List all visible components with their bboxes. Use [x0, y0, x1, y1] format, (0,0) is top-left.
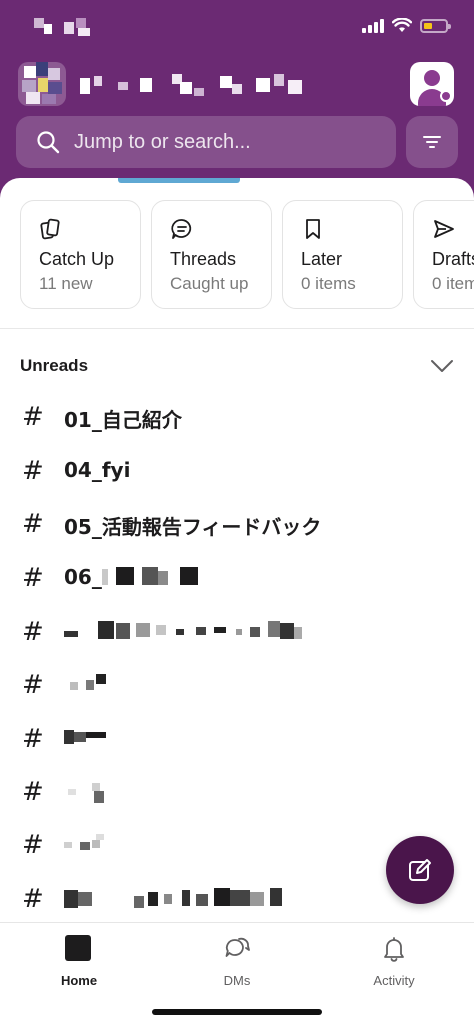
threads-icon	[171, 219, 192, 239]
tab-label: Activity	[373, 973, 415, 988]
profile-avatar-button[interactable]	[410, 62, 454, 106]
quick-cards: Catch Up 11 new Threads Caught up Later …	[20, 200, 474, 310]
status-icons	[362, 18, 451, 33]
channel-name-redacted	[64, 781, 124, 803]
tab-activity[interactable]: Activity	[334, 931, 454, 991]
channel-name: 04_fyi	[64, 458, 131, 482]
section-title: Unreads	[20, 356, 89, 375]
channel-row[interactable]: #	[22, 613, 452, 653]
send-icon	[434, 220, 454, 238]
channel-row[interactable]: # 06_	[22, 559, 452, 599]
tab-label: DMs	[223, 973, 251, 988]
hash-icon: #	[22, 509, 44, 539]
tab-home[interactable]: Home	[19, 931, 139, 991]
channel-name: 06_	[64, 565, 102, 589]
home-sheet: Catch Up 11 new Threads Caught up Later …	[0, 178, 474, 924]
compose-icon	[409, 859, 431, 881]
catch-up-card[interactable]: Catch Up 11 new	[20, 200, 141, 309]
drafts-card[interactable]: Drafts 0 items	[413, 200, 474, 309]
cellular-signal-icon	[362, 18, 384, 33]
bookmark-icon	[306, 219, 320, 239]
channel-row[interactable]: # 05_活動報告フィードバック	[22, 505, 452, 545]
channel-name: 05_活動報告フィードバック	[64, 515, 322, 539]
search-icon	[37, 131, 60, 154]
channel-name-redacted	[102, 567, 202, 589]
channel-name-redacted	[64, 728, 124, 750]
card-title: Threads	[170, 249, 237, 269]
hash-icon: #	[22, 617, 44, 647]
card-subtitle: 0 items	[301, 274, 356, 293]
filter-icon	[423, 136, 441, 148]
channel-row[interactable]: # 01_自己紹介	[22, 398, 452, 438]
channel-row[interactable]: #	[22, 720, 452, 760]
compose-button[interactable]	[386, 836, 454, 904]
sheet-accent-bar	[118, 178, 240, 183]
channel-row[interactable]: # 04_fyi	[22, 452, 452, 492]
status-bar	[0, 0, 474, 54]
card-subtitle: 0 items	[432, 274, 474, 293]
bell-icon	[384, 937, 404, 962]
hash-icon: #	[22, 670, 44, 700]
workspace-avatar[interactable]	[18, 62, 66, 106]
channel-name-redacted	[64, 621, 324, 643]
threads-card[interactable]: Threads Caught up	[151, 200, 272, 309]
wifi-icon	[392, 18, 412, 32]
channel-name-redacted	[64, 674, 124, 696]
search-placeholder: Jump to or search...	[74, 130, 251, 153]
status-time-redacted	[34, 18, 92, 38]
cards-stack-icon	[40, 218, 60, 240]
channel-row[interactable]: #	[22, 773, 452, 813]
chevron-down-icon	[431, 360, 453, 372]
card-title: Catch Up	[39, 249, 115, 269]
section-divider	[0, 328, 474, 329]
channel-row[interactable]: #	[22, 666, 452, 706]
card-title: Drafts	[432, 249, 474, 269]
hash-icon: #	[22, 563, 44, 593]
dms-icon	[225, 937, 250, 957]
later-card[interactable]: Later 0 items	[282, 200, 403, 309]
channel-row[interactable]: #	[22, 880, 452, 920]
card-subtitle: Caught up	[170, 274, 249, 293]
home-indicator	[152, 1009, 322, 1015]
workspace-name-redacted	[80, 74, 310, 98]
unreads-section-header[interactable]: Unreads	[20, 354, 456, 382]
tab-dms[interactable]: DMs	[177, 931, 297, 991]
filter-button[interactable]	[406, 116, 458, 168]
app-header: Jump to or search...	[0, 0, 474, 200]
hash-icon: #	[22, 777, 44, 807]
battery-icon	[420, 18, 451, 33]
card-subtitle: 11 new	[39, 274, 93, 293]
hash-icon: #	[22, 830, 44, 860]
tab-label: Home	[60, 973, 98, 988]
workspace-row	[18, 62, 458, 108]
bottom-tab-bar: Home DMs Activity	[0, 922, 474, 1024]
hash-icon: #	[22, 724, 44, 754]
hash-icon: #	[22, 884, 44, 914]
channel-name-redacted	[64, 888, 304, 910]
hash-icon: #	[22, 456, 44, 486]
home-icon	[65, 935, 93, 963]
search-bar[interactable]: Jump to or search...	[16, 116, 396, 168]
channel-name-redacted	[64, 834, 124, 856]
dnd-badge-icon	[440, 90, 452, 102]
channel-name: 01_自己紹介	[64, 408, 182, 432]
hash-icon: #	[22, 402, 44, 432]
card-title: Later	[301, 249, 343, 269]
